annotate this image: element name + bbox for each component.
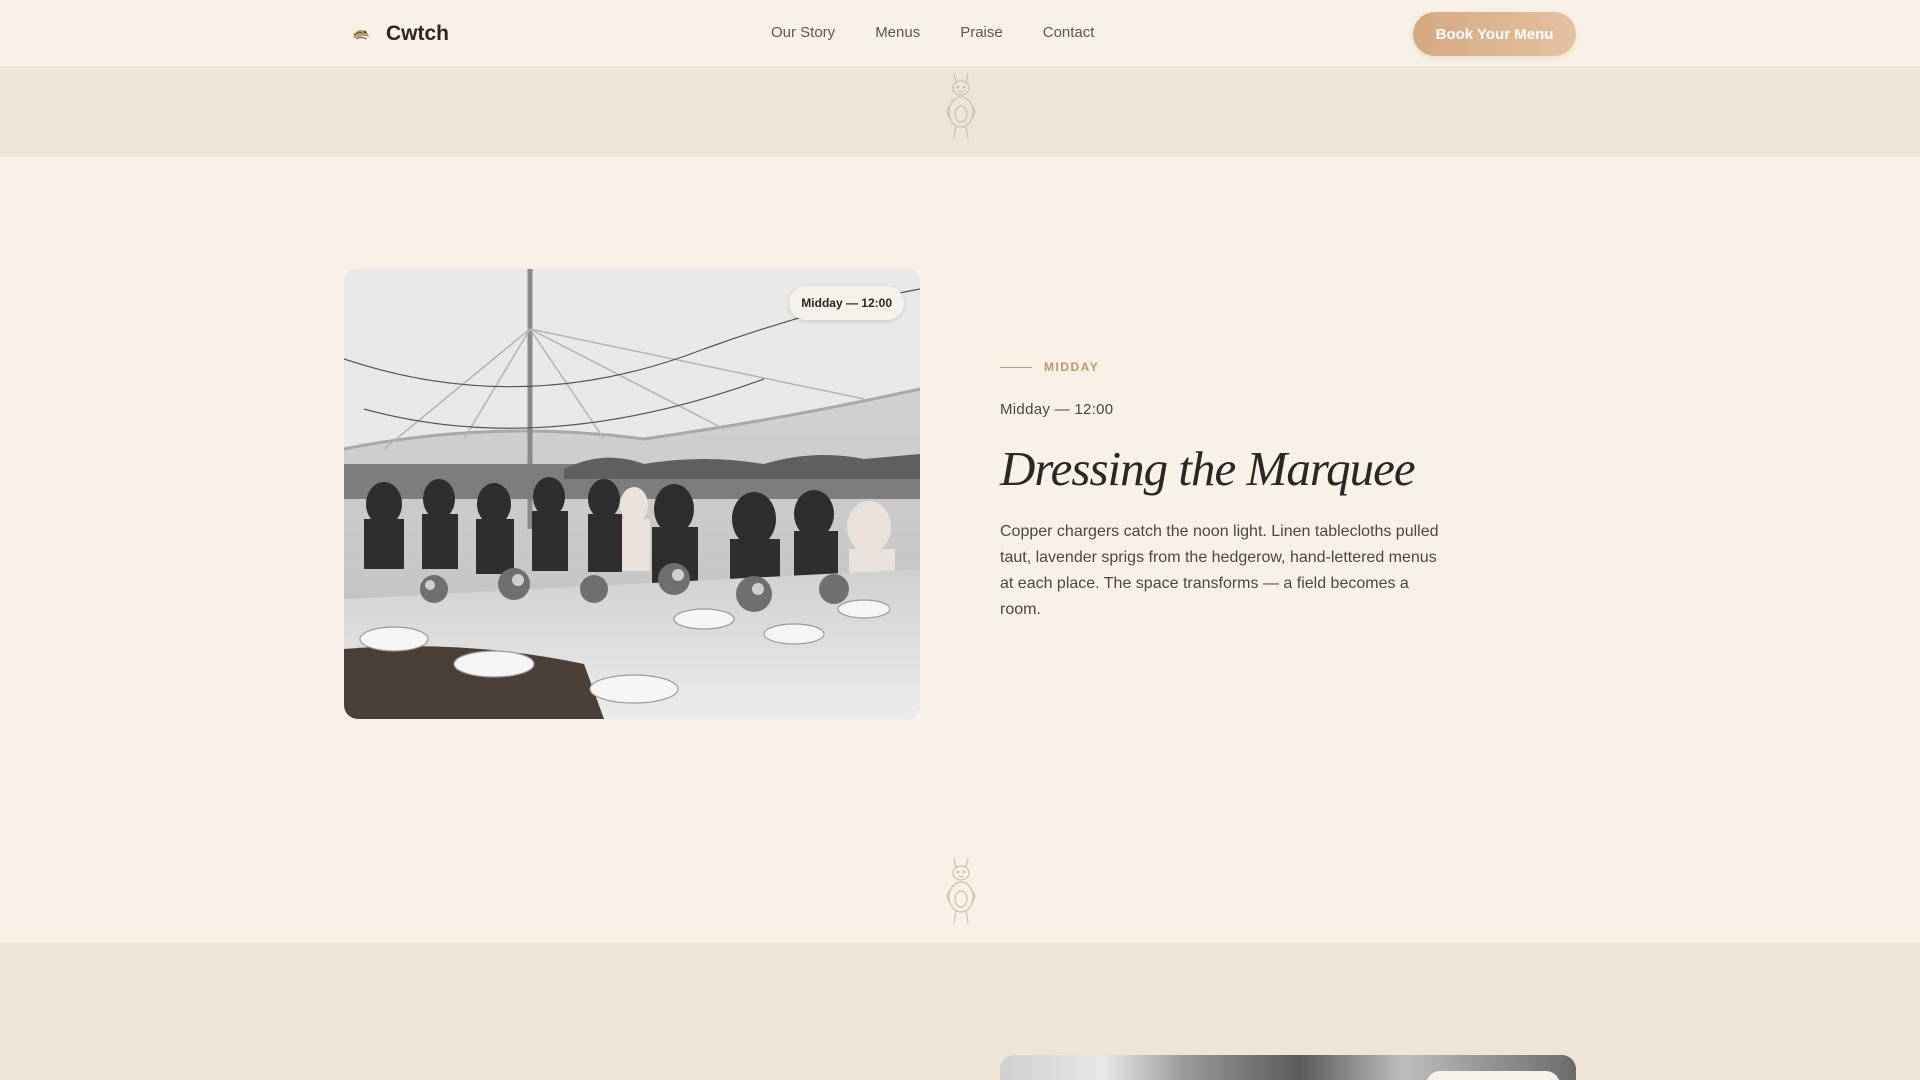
section-band: [0, 943, 1920, 1080]
feature-content: MIDDAY Midday — 12:00 Dressing the Marqu…: [1000, 360, 1460, 623]
marquee-photo: Midday — 12:00: [344, 269, 920, 719]
eyebrow: MIDDAY: [1000, 360, 1460, 374]
eyebrow-label: MIDDAY: [1044, 360, 1100, 374]
mascot-icon: [946, 73, 976, 139]
nav-our-story[interactable]: Our Story: [771, 24, 835, 41]
feature-description: Copper chargers catch the noon light. Li…: [1000, 523, 1439, 618]
next-photo-badge: [1426, 1071, 1560, 1080]
mascot-icon: [946, 858, 976, 924]
cwtch-logo-icon: [353, 29, 369, 40]
nav-menus[interactable]: Menus: [875, 24, 920, 41]
brand-name: Cwtch: [386, 22, 449, 45]
eyebrow-line: [1000, 366, 1032, 368]
marquee-image: [344, 269, 920, 719]
nav-contact[interactable]: Contact: [1043, 24, 1095, 41]
main-nav: Our Story Menus Praise Contact: [771, 24, 1094, 41]
feature-time: Midday — 12:00: [1000, 401, 1114, 418]
feature-title: Dressing the Marquee: [1000, 441, 1416, 496]
next-feature-photo: [1000, 1055, 1576, 1080]
book-menu-button[interactable]: Book Your Menu: [1413, 12, 1576, 56]
site-header: Cwtch Our Story Menus Praise Contact Boo…: [0, 0, 1920, 68]
photo-time-badge: Midday — 12:00: [789, 286, 904, 320]
nav-praise[interactable]: Praise: [960, 24, 1003, 41]
brand[interactable]: Cwtch: [350, 20, 449, 48]
